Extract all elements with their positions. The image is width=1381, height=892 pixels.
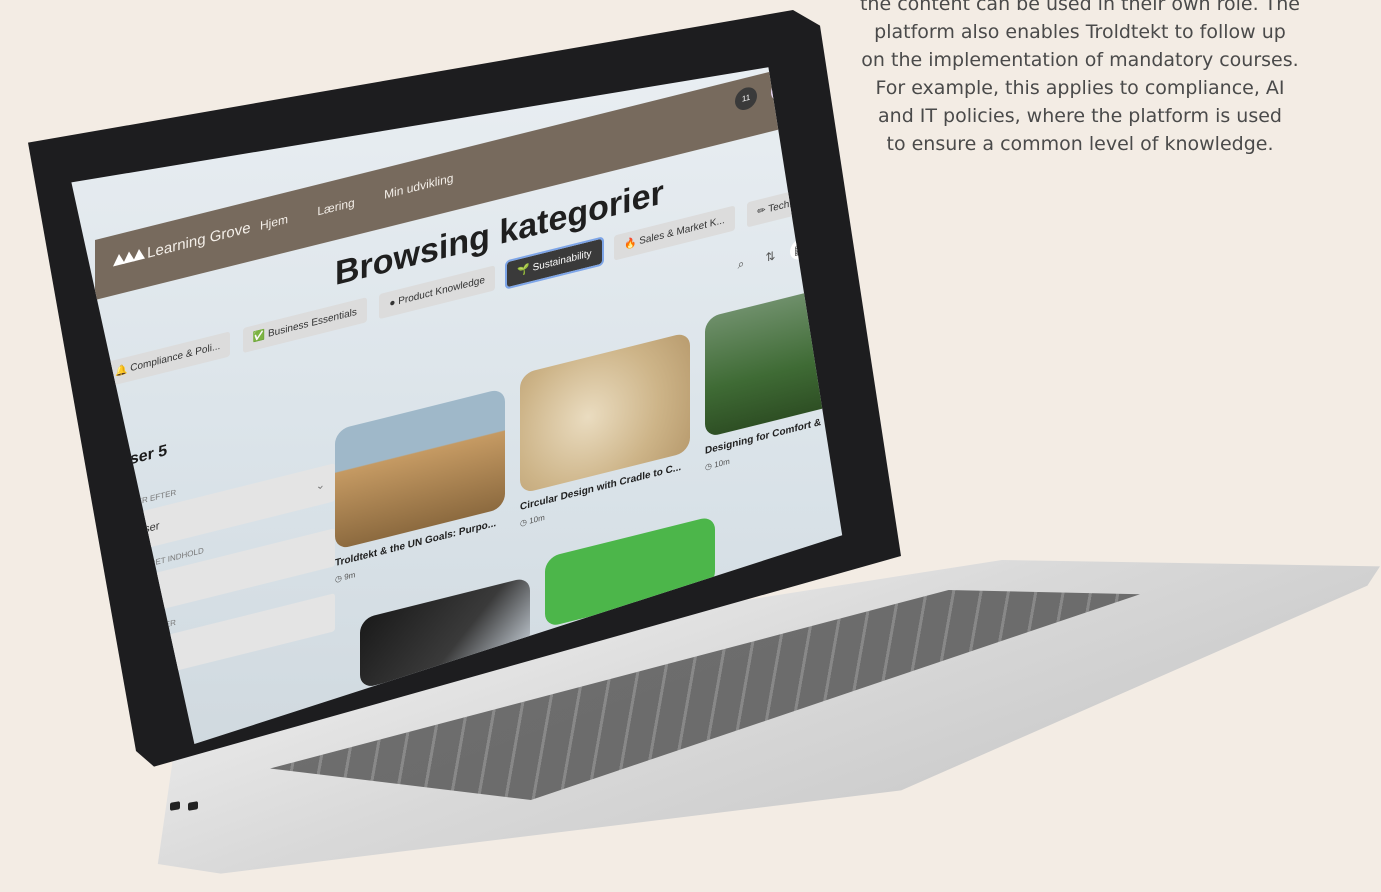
nav-item-my-development[interactable]: Min udvikling [384, 171, 453, 202]
caption-line: For example, this applies to compliance,… [875, 77, 1285, 99]
category-business-essentials[interactable]: ✅ Business Essentials [242, 297, 367, 354]
brand-logo[interactable]: Learning Grove [113, 219, 251, 270]
nav-item-home[interactable]: Hjem [260, 212, 288, 233]
caption-line: platform also enables Troldtekt to follo… [874, 21, 1286, 43]
caption-line: and IT policies, where the platform is u… [878, 105, 1282, 127]
caption-line: to ensure a common level of knowledge. [886, 133, 1274, 155]
search-icon[interactable]: ⌕ [731, 251, 751, 276]
caption-line: on the implementation of mandatory cours… [861, 49, 1299, 71]
course-card[interactable]: Troldtekt & the UN Goals: Purpo... ◷ 9m [335, 387, 505, 584]
notification-badge[interactable]: 11 [735, 84, 757, 113]
course-card[interactable]: Circular Design with Cradle to C... ◷ 10… [520, 331, 690, 528]
brand-name: Learning Grove [147, 219, 251, 262]
sort-icon[interactable]: ⇅ [760, 244, 780, 269]
laptop-ports [170, 795, 206, 814]
nav-item-learning[interactable]: Læring [317, 195, 354, 218]
caption-line: the content can be used in their own rol… [859, 0, 1300, 15]
chevron-down-icon: ⌄ [315, 478, 325, 493]
category-compliance[interactable]: 🔔 Compliance & Poli... [105, 331, 231, 388]
caption-paragraph: the content can be used in their own rol… [800, 0, 1360, 158]
main-nav: Hjem Læring Min udvikling [260, 164, 479, 233]
